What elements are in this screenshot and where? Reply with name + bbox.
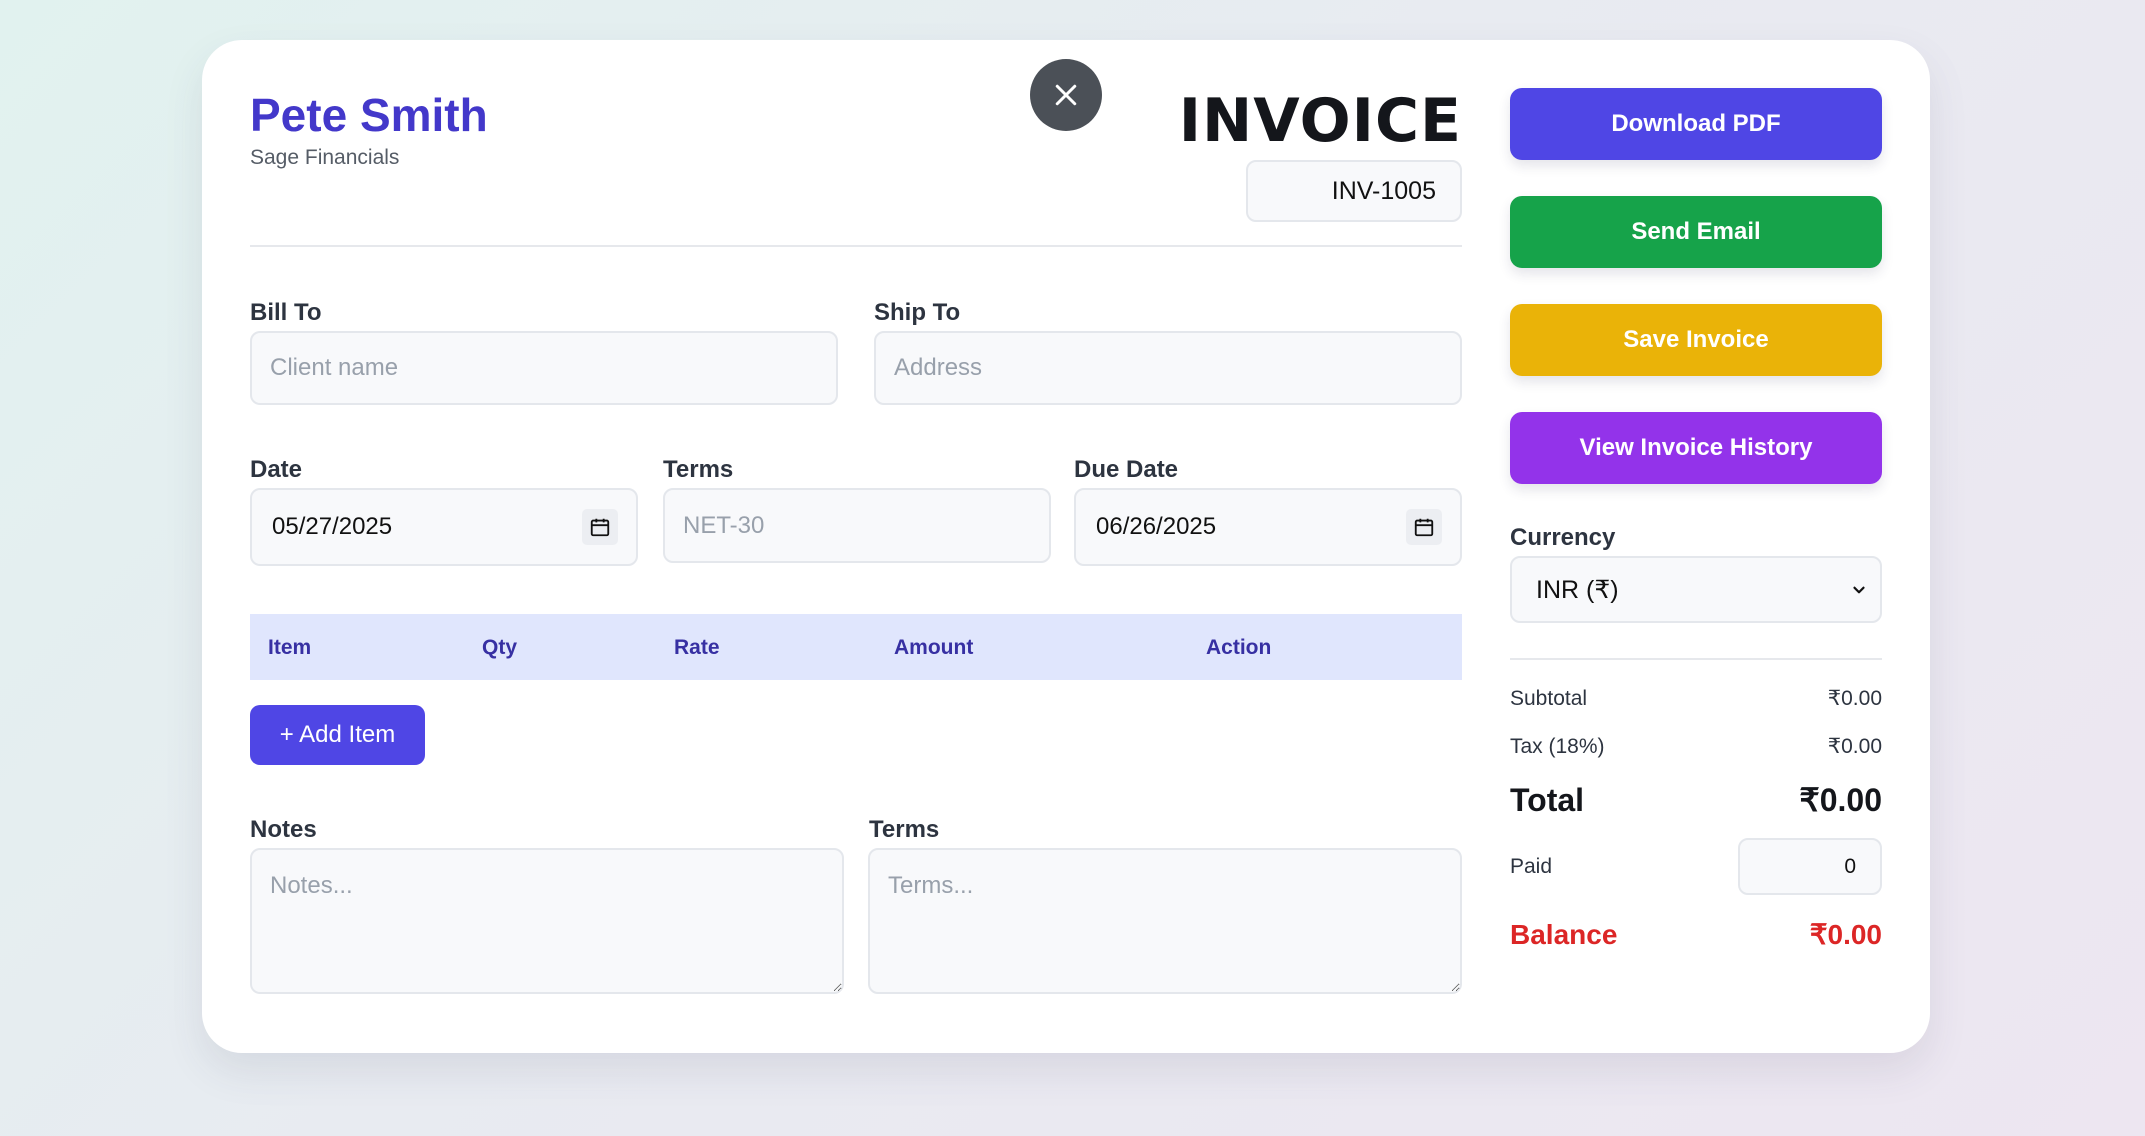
notes-label: Notes	[250, 816, 317, 843]
add-item-button[interactable]: + Add Item	[250, 705, 425, 765]
bill-to-input[interactable]	[250, 331, 838, 405]
due-date-input[interactable]: 06/26/2025	[1074, 488, 1462, 566]
header-divider	[250, 245, 1462, 247]
subtotal-label: Subtotal	[1510, 686, 1588, 710]
paid-input[interactable]	[1738, 838, 1882, 895]
calendar-icon[interactable]	[1406, 509, 1442, 545]
bill-to-label: Bill To	[250, 299, 322, 326]
column-item: Item	[268, 636, 312, 659]
download-pdf-button[interactable]: Download PDF	[1510, 88, 1882, 160]
chevron-down-icon	[1853, 586, 1865, 593]
subtotal-value: ₹0.00	[1827, 687, 1882, 710]
total-label: Total	[1510, 781, 1585, 818]
column-action: Action	[1206, 636, 1272, 659]
balance-value: ₹0.00	[1809, 919, 1882, 950]
currency-select[interactable]: INR (₹)	[1510, 556, 1882, 623]
notes-textarea[interactable]	[250, 848, 844, 994]
invoice-number-input[interactable]	[1246, 160, 1462, 222]
paid-label: Paid	[1510, 854, 1553, 878]
terms-notes-label: Terms	[869, 816, 940, 843]
sender-company: Sage Financials	[250, 146, 400, 169]
save-invoice-button[interactable]: Save Invoice	[1510, 304, 1882, 376]
send-email-button[interactable]: Send Email	[1510, 196, 1882, 268]
ship-to-input[interactable]	[874, 331, 1462, 405]
ship-to-label: Ship To	[874, 299, 961, 326]
balance-row: Balance ₹0.00	[1510, 918, 1882, 951]
date-label: Date	[250, 456, 303, 483]
view-history-button[interactable]: View Invoice History	[1510, 412, 1882, 484]
terms-textarea[interactable]	[868, 848, 1462, 994]
paid-row: Paid	[1510, 838, 1882, 895]
due-date-label: Due Date	[1074, 456, 1179, 483]
close-button[interactable]	[1030, 59, 1102, 131]
summary-divider	[1510, 658, 1882, 660]
date-value: 05/27/2025	[272, 513, 393, 540]
column-rate: Rate	[674, 636, 720, 659]
tax-label: Tax (18%)	[1510, 734, 1605, 758]
due-date-value: 06/26/2025	[1096, 513, 1217, 540]
sender-name: Pete Smith	[250, 89, 488, 141]
terms-label: Terms	[663, 456, 734, 483]
currency-label: Currency	[1510, 524, 1616, 551]
invoice-title: INVOICE	[1178, 86, 1462, 156]
balance-label: Balance	[1510, 918, 1618, 950]
date-input[interactable]: 05/27/2025	[250, 488, 638, 566]
subtotal-row: Subtotal ₹0.00	[1510, 686, 1882, 711]
items-table-header: Item Qty Rate Amount Action	[250, 614, 1462, 680]
tax-value: ₹0.00	[1827, 735, 1882, 758]
column-qty: Qty	[482, 636, 518, 659]
currency-value: INR (₹)	[1536, 575, 1619, 604]
total-value: ₹0.00	[1799, 782, 1882, 818]
calendar-icon[interactable]	[582, 509, 618, 545]
total-row: Total ₹0.00	[1510, 781, 1882, 819]
tax-row: Tax (18%) ₹0.00	[1510, 734, 1882, 759]
terms-input[interactable]	[663, 488, 1051, 563]
column-amount: Amount	[894, 636, 974, 659]
close-icon	[1055, 84, 1077, 106]
